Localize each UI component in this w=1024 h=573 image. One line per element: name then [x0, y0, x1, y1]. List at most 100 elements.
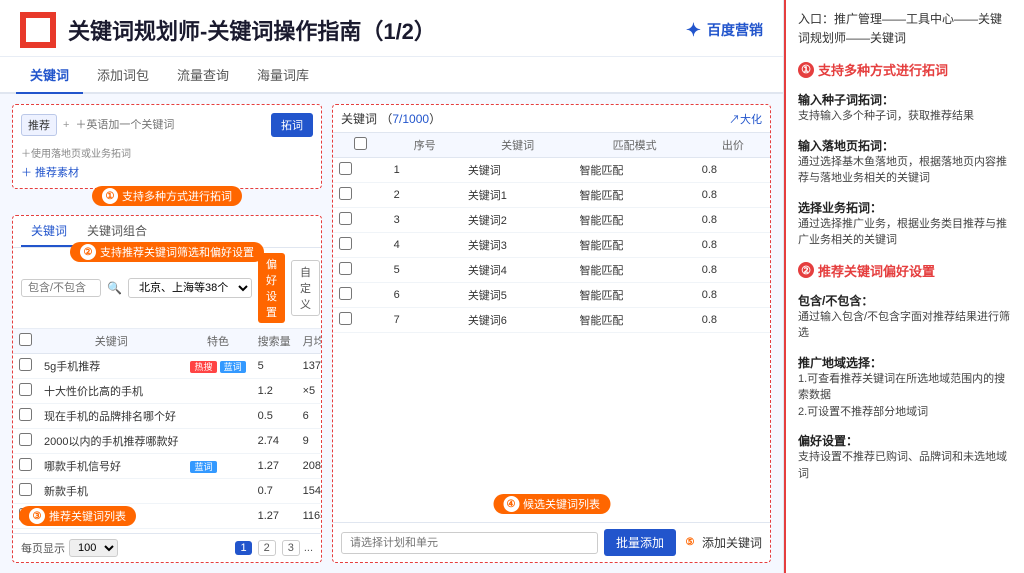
- list-item: 3 关键词2 智能匹配 0.8: [333, 208, 770, 233]
- cand-match-4: 智能匹配: [573, 258, 695, 283]
- kw-table-area: ② 支持推荐关键词筛选和偏好设置 关键词 关键词组合 🔍 北京、上海等38个: [12, 215, 322, 563]
- table-row: 现在手机的品牌排名哪个好 0.5 6 无 添加: [13, 404, 321, 429]
- row-checkbox-1[interactable]: [19, 383, 32, 396]
- monthly-cell: ×5: [297, 379, 321, 404]
- page-btn-2[interactable]: 2: [258, 540, 276, 556]
- search-box-area: 推荐 + 拓词 ＋使用落地页或业务拓词 ＋ 推荐素材 ① 支持多种方式进行拓词: [12, 104, 322, 189]
- tab-traffic[interactable]: 流量查询: [163, 57, 243, 94]
- list-item: 5 关键词4 智能匹配 0.8: [333, 258, 770, 283]
- monthly-cell: 1165: [297, 504, 321, 529]
- cand-no-2: 3: [388, 208, 462, 233]
- list-item: 6 关键词5 智能匹配 0.8: [333, 283, 770, 308]
- row-checkbox-0[interactable]: [19, 358, 32, 371]
- tabs-bar: 关键词 添加词包 流量查询 海量词库: [0, 57, 783, 94]
- add-kw-btn-label: 批量添加: [616, 534, 664, 551]
- tab-addpack[interactable]: 添加词包: [83, 57, 163, 94]
- preference-btn[interactable]: 偏好设置: [258, 253, 285, 323]
- candidate-header: 关键词 （7/1000） ↗大化: [333, 105, 770, 133]
- tag-cell: [184, 429, 251, 454]
- region-select[interactable]: 北京、上海等38个: [128, 278, 252, 298]
- cand-checkbox-4[interactable]: [339, 262, 352, 275]
- cand-bid-1: 0.8: [696, 183, 770, 208]
- select-all-checkbox[interactable]: [19, 333, 32, 346]
- bubble-3: ③ 推荐关键词列表: [19, 506, 136, 526]
- cand-kw-2: 关键词2: [462, 208, 574, 233]
- monthly-cell: 9: [297, 429, 321, 454]
- search-hint: ＋使用落地页或业务拓词: [21, 145, 131, 160]
- tag-cell: [184, 404, 251, 429]
- expand-button[interactable]: ↗大化: [729, 111, 762, 127]
- candidate-table-wrap: 序号 关键词 匹配模式 出价 1 关键词 智能匹配 0.8 2: [333, 133, 770, 522]
- list-item: 1 关键词 智能匹配 0.8: [333, 158, 770, 183]
- per-page-select[interactable]: 100: [69, 539, 118, 557]
- kw-cell: 十大性价比高的手机: [38, 379, 184, 404]
- add-input[interactable]: [341, 532, 598, 554]
- cand-checkbox-5[interactable]: [339, 287, 352, 300]
- index-cell: 1.27: [252, 504, 297, 529]
- cand-match-2: 智能匹配: [573, 208, 695, 233]
- monthly-cell: 208: [297, 454, 321, 479]
- page-btn-1[interactable]: 1: [235, 541, 251, 555]
- candidate-area: 关键词 （7/1000） ↗大化 序号 关键词: [332, 104, 771, 563]
- sub5: 推广地域选择： 1.可查看推荐关键词在所选地域范围内的搜索数据 2.可设置不推荐…: [798, 350, 1012, 421]
- cand-no-0: 1: [388, 158, 462, 183]
- cand-no-5: 6: [388, 283, 462, 308]
- header-icon: [20, 12, 56, 48]
- cand-no-4: 5: [388, 258, 462, 283]
- cand-checkbox-3[interactable]: [339, 237, 352, 250]
- row-checkbox-3[interactable]: [19, 433, 32, 446]
- cand-match-1: 智能匹配: [573, 183, 695, 208]
- table-row: 新款手机 0.7 154 高 添加: [13, 479, 321, 504]
- tab-massive[interactable]: 海量词库: [243, 57, 323, 94]
- candidate-select-all[interactable]: [354, 137, 367, 150]
- cand-kw-0: 关键词: [462, 158, 574, 183]
- page-btn-3[interactable]: 3: [282, 540, 300, 556]
- row-checkbox-5[interactable]: [19, 483, 32, 496]
- cand-kw-3: 关键词3: [462, 233, 574, 258]
- bubble-5: ⑤ 添加关键词: [682, 534, 762, 551]
- cand-col-bid: 出价: [696, 133, 770, 158]
- tag-cell: 热搜 蓝词: [184, 354, 251, 379]
- cand-kw-4: 关键词4: [462, 258, 574, 283]
- cand-match-0: 智能匹配: [573, 158, 695, 183]
- cand-bid-4: 0.8: [696, 258, 770, 283]
- col-monthly: 月均搜索量: [297, 329, 321, 354]
- table-row: 十大性价比高的手机 1.2 ×5 高 添加: [13, 379, 321, 404]
- search-input[interactable]: [75, 119, 265, 131]
- sub6: 偏好设置： 支持设置不推荐已购词、品牌词和未选地域词: [798, 428, 1012, 482]
- row-checkbox-2[interactable]: [19, 408, 32, 421]
- section1-title: ① 支持多种方式进行拓词: [798, 60, 1012, 79]
- tag-cell: [184, 379, 251, 404]
- candidate-table: 序号 关键词 匹配模式 出价 1 关键词 智能匹配 0.8 2: [333, 133, 770, 333]
- custom-btn[interactable]: 自定义: [291, 260, 320, 316]
- kw-table: 关键词 特色 搜索量 月均搜索量 竞争激烈程度 匹配 操作: [13, 329, 321, 529]
- cand-checkbox-2[interactable]: [339, 212, 352, 225]
- tab-keyword[interactable]: 关键词: [16, 57, 83, 94]
- add-material-link[interactable]: ＋ 推荐素材: [21, 164, 313, 180]
- expand-btn[interactable]: 拓词: [271, 113, 313, 137]
- bubble-1: ① 支持多种方式进行拓词: [92, 186, 242, 206]
- pagination-row: 每页显示 100 1 2 3 ...: [13, 533, 321, 562]
- kw-tab-keyword[interactable]: 关键词: [21, 216, 77, 247]
- right-sidebar: 入口：推广管理——工具中心——关键词规划师——关键词 ① 支持多种方式进行拓词 …: [784, 0, 1024, 573]
- add-area: 批量添加 ⑤ 添加关键词: [333, 522, 770, 562]
- cand-kw-5: 关键词5: [462, 283, 574, 308]
- row-checkbox-4[interactable]: [19, 458, 32, 471]
- candidate-title: 关键词 （7/1000）: [341, 110, 441, 127]
- cand-bid-5: 0.8: [696, 283, 770, 308]
- add-kw-btn[interactable]: 批量添加: [604, 529, 676, 556]
- kw-cell: 2000以内的手机推荐哪款好: [38, 429, 184, 454]
- kw-cell: 5g手机推荐: [38, 354, 184, 379]
- sub2: 输入落地页拓词： 通过选择基木鱼落地页，根据落地页内容推荐与落地业务相关的关键词: [798, 133, 1012, 187]
- cand-checkbox-0[interactable]: [339, 162, 352, 175]
- tag-cell: 蓝词: [184, 454, 251, 479]
- cand-kw-1: 关键词1: [462, 183, 574, 208]
- cand-bid-2: 0.8: [696, 208, 770, 233]
- filter-input[interactable]: [21, 279, 101, 297]
- kw-cell: 新款手机: [38, 479, 184, 504]
- sub3: 选择业务拓词： 通过选择推广业务，根据业务类目推荐与推广业务相关的关键词: [798, 195, 1012, 249]
- kw-cell: 哪款手机信号好: [38, 454, 184, 479]
- cand-checkbox-6[interactable]: [339, 312, 352, 325]
- cand-match-5: 智能匹配: [573, 283, 695, 308]
- cand-checkbox-1[interactable]: [339, 187, 352, 200]
